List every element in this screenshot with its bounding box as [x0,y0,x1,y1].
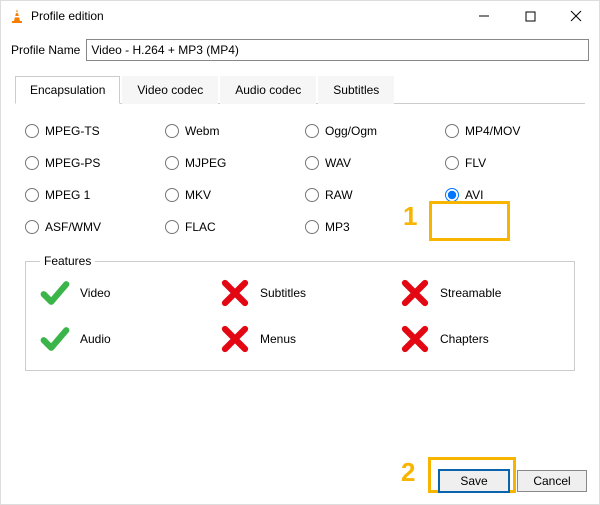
radio-avi[interactable]: AVI [445,188,575,202]
profile-edition-window: Profile edition Profile Name Encapsulati… [0,0,600,505]
feature-video: Video [40,278,200,308]
radio-label: MKV [185,188,211,202]
feature-label: Menus [260,332,296,346]
radio-webm[interactable]: Webm [165,124,295,138]
tab-video-codec[interactable]: Video codec [122,76,218,104]
feature-label: Audio [80,332,111,346]
tab-subtitles[interactable]: Subtitles [318,76,394,104]
radio-label: Ogg/Ogm [325,124,377,138]
feature-label: Video [80,286,110,300]
profile-name-input[interactable] [86,39,589,61]
cross-icon [400,324,430,354]
feature-label: Streamable [440,286,501,300]
radio-mp3[interactable]: MP3 [305,220,435,234]
close-button[interactable] [553,1,599,31]
radio-label: RAW [325,188,353,202]
radio-asfwmv[interactable]: ASF/WMV [25,220,155,234]
radio-label: MPEG-TS [45,124,100,138]
radio-label: Webm [185,124,219,138]
radio-label: FLV [465,156,486,170]
feature-subtitles: Subtitles [220,278,380,308]
radio-oggogm[interactable]: Ogg/Ogm [305,124,435,138]
radio-mpeg1[interactable]: MPEG 1 [25,188,155,202]
cross-icon [220,324,250,354]
feature-menus: Menus [220,324,380,354]
radio-label: MPEG-PS [45,156,100,170]
features-group: Features Video Subtitles Streamable [25,254,575,371]
radio-label: MJPEG [185,156,226,170]
radio-flac[interactable]: FLAC [165,220,295,234]
dialog-footer: Save Cancel [431,470,587,492]
radio-mpegps[interactable]: MPEG-PS [25,156,155,170]
tab-encapsulation-panel: MPEG-TS Webm Ogg/Ogm MP4/MOV MPEG-PS MJP… [11,104,589,381]
feature-chapters: Chapters [400,324,560,354]
cross-icon [400,278,430,308]
radio-mjpeg[interactable]: MJPEG [165,156,295,170]
feature-label: Subtitles [260,286,306,300]
features-legend: Features [40,254,95,268]
check-icon [40,324,70,354]
radio-label: MPEG 1 [45,188,90,202]
tab-audio-codec[interactable]: Audio codec [220,76,316,104]
radio-label: ASF/WMV [45,220,101,234]
window-buttons [461,1,599,31]
radio-label: WAV [325,156,351,170]
radio-mp4mov[interactable]: MP4/MOV [445,124,575,138]
tabbar: Encapsulation Video codec Audio codec Su… [15,75,585,104]
radio-label: MP4/MOV [465,124,520,138]
feature-label: Chapters [440,332,489,346]
feature-streamable: Streamable [400,278,560,308]
radio-label: AVI [465,188,483,202]
save-button[interactable]: Save [439,470,509,492]
radio-mkv[interactable]: MKV [165,188,295,202]
radio-mpegts[interactable]: MPEG-TS [25,124,155,138]
minimize-button[interactable] [461,1,507,31]
maximize-button[interactable] [507,1,553,31]
radio-raw[interactable]: RAW [305,188,435,202]
close-icon [570,10,582,22]
vlc-cone-icon [9,8,25,24]
radio-label: FLAC [185,220,216,234]
radio-wav[interactable]: WAV [305,156,435,170]
annotation-number-2: 2 [401,457,415,488]
cancel-button[interactable]: Cancel [517,470,587,492]
tab-encapsulation[interactable]: Encapsulation [15,76,120,104]
maximize-icon [525,11,536,22]
cross-icon [220,278,250,308]
titlebar: Profile edition [1,1,599,31]
radio-label: MP3 [325,220,350,234]
window-title: Profile edition [31,9,461,23]
check-icon [40,278,70,308]
radio-flv[interactable]: FLV [445,156,575,170]
profile-name-label: Profile Name [11,43,80,57]
feature-audio: Audio [40,324,200,354]
minimize-icon [478,10,490,22]
encapsulation-radio-grid: MPEG-TS Webm Ogg/Ogm MP4/MOV MPEG-PS MJP… [25,124,575,234]
